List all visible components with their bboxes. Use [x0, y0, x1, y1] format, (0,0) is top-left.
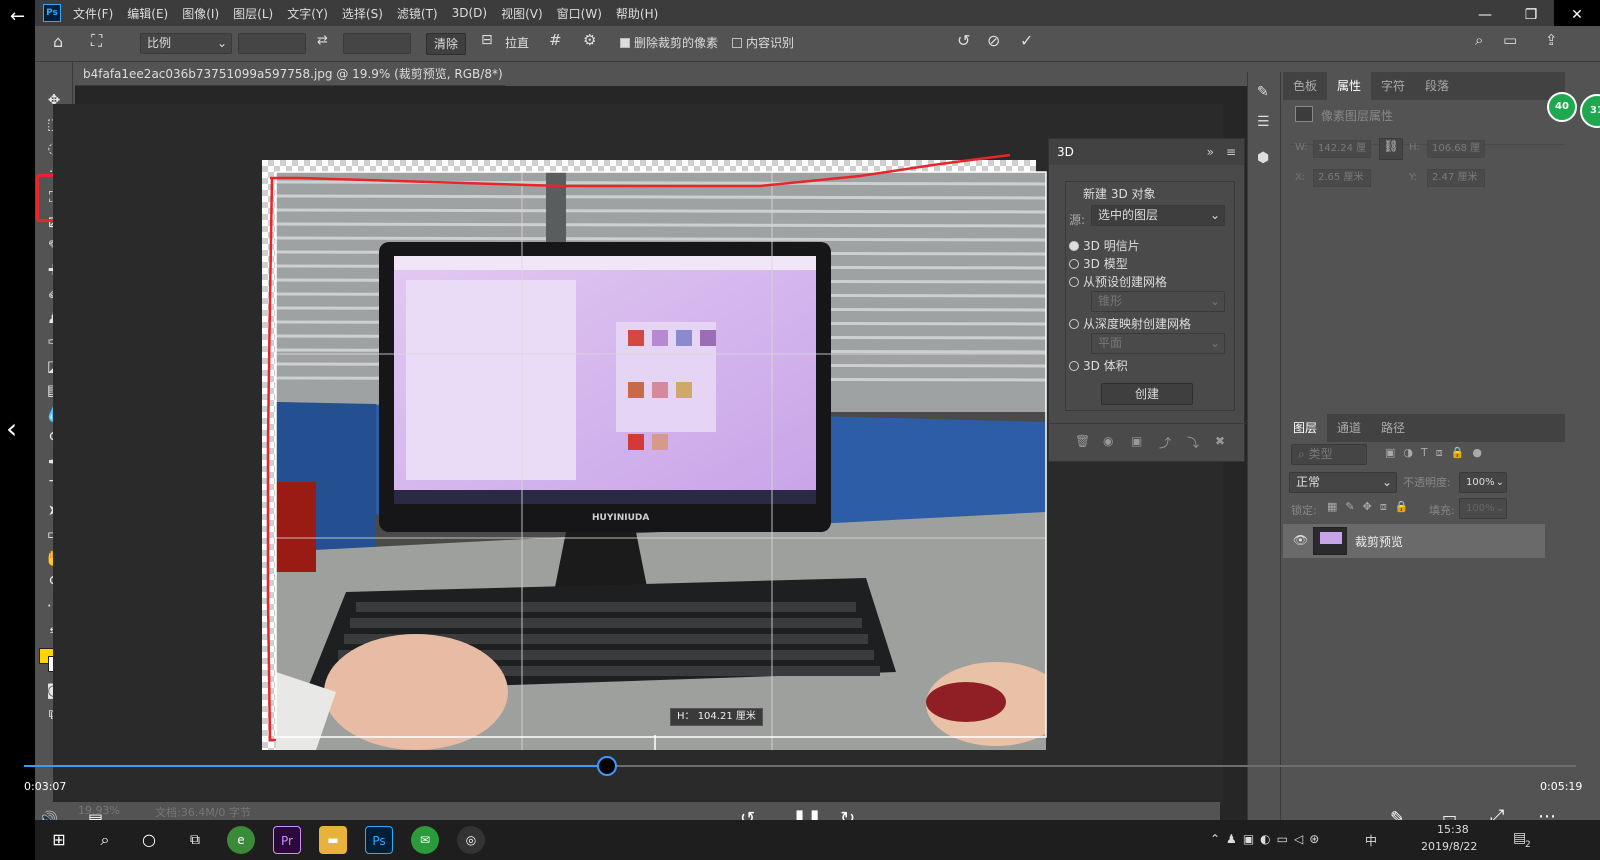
source-select[interactable]: 选中的图层 ⌄: [1091, 205, 1225, 226]
new-3d-object-label: 新建 3D 对象: [1083, 187, 1156, 201]
3d-cube-icon[interactable]: ⬢: [1257, 150, 1269, 166]
file-explorer-icon[interactable]: ▬: [319, 826, 347, 854]
x-field[interactable]: 2.65 厘米: [1313, 169, 1371, 187]
tab-properties[interactable]: 属性: [1327, 72, 1372, 100]
light-icon[interactable]: ◉: [1103, 434, 1113, 448]
search-icon[interactable]: ⌕: [91, 826, 119, 854]
tab-layers[interactable]: 图层: [1283, 414, 1328, 442]
y-label: Y:: [1409, 172, 1418, 183]
doc-info[interactable]: 文档:36.4M/0 字节: [155, 804, 251, 820]
layers-tabs: 图层 通道 路径: [1283, 414, 1565, 442]
clock-time[interactable]: 15:38: [1437, 823, 1469, 836]
panel-3d-title: 3D: [1057, 145, 1074, 159]
crop-height-readout: H： 104.21 厘米: [670, 708, 763, 726]
status-bar: 19.93% 文档:36.4M/0 字节: [40, 802, 1220, 820]
depth-select[interactable]: 平面 ⌄: [1091, 333, 1225, 354]
total-time: 0:05:19: [1540, 780, 1583, 793]
tab-swatches[interactable]: 色板: [1283, 72, 1327, 100]
radio-preset-mesh[interactable]: 从预设创建网格: [1069, 273, 1167, 290]
radio-depth-map-mesh[interactable]: 从深度映射创建网格: [1069, 315, 1191, 332]
collapsed-panel-strip: ✎ ☰ ⬢: [1247, 72, 1281, 820]
layer-filter-icons[interactable]: ▣◑T⧈🔒●: [1385, 446, 1490, 460]
red-annotation-top: [270, 153, 1011, 188]
y-field[interactable]: 2.47 厘米: [1427, 169, 1485, 187]
fill-field[interactable]: 100% ⌄: [1459, 498, 1507, 519]
link-icon[interactable]: ⛓: [1379, 138, 1403, 160]
pixel-layer-properties-title: 像素图层属性: [1321, 109, 1394, 123]
blend-mode-select[interactable]: 正常 ⌄: [1289, 472, 1397, 493]
eye-icon[interactable]: 👁: [1293, 533, 1308, 547]
tab-paragraph[interactable]: 段落: [1415, 72, 1459, 100]
task-view-icon[interactable]: ⧉: [181, 826, 209, 854]
layer-row[interactable]: 👁 裁剪预览: [1283, 524, 1545, 558]
crop-border[interactable]: [275, 171, 1047, 738]
tray-icons[interactable]: ⌃♟▣◐▭◁⊛: [1210, 832, 1325, 846]
app-icon[interactable]: ◎: [457, 826, 485, 854]
badge-left[interactable]: 40: [1547, 92, 1577, 122]
import-icon[interactable]: ⤵: [1187, 434, 1199, 451]
current-time: 0:03:07: [24, 780, 67, 793]
premiere-icon[interactable]: Pr: [273, 826, 301, 854]
camera-icon[interactable]: ▣: [1131, 434, 1142, 448]
panel-3d-footer: 🗑 ◉ ▣ ⤴ ⤵ ✖: [1049, 423, 1246, 461]
windows-taskbar: ⊞ ⌕ ○ ⧉ e Pr ▬ Ps ✉ ◎ ⌃♟▣◐▭◁⊛ 中 15:38 20…: [35, 820, 1600, 860]
delete-icon[interactable]: ✖: [1215, 434, 1225, 448]
radio-3d-postcard[interactable]: 3D 明信片: [1069, 237, 1140, 254]
tab-channels[interactable]: 通道: [1327, 414, 1371, 442]
opacity-field[interactable]: 100% ⌄: [1459, 472, 1507, 493]
ime-indicator[interactable]: 中: [1365, 832, 1377, 849]
w-field[interactable]: 142.24 厘: [1313, 140, 1371, 158]
tab-character[interactable]: 字符: [1371, 72, 1415, 100]
panel-menu-icon[interactable]: ≡: [1226, 139, 1236, 165]
progress-knob[interactable]: [597, 756, 617, 776]
cortana-icon[interactable]: ○: [135, 826, 163, 854]
x-label: X:: [1295, 172, 1306, 183]
layers-panel: 图层 通道 路径 ⌕ 类型 ▣◑T⧈🔒● 正常 ⌄ 不透明度: 100% ⌄ 锁定:…: [1283, 414, 1565, 820]
progress-fill: [24, 765, 607, 767]
w-label: W:: [1295, 142, 1308, 153]
photoshop-taskbar-icon[interactable]: Ps: [365, 826, 393, 854]
preset-select[interactable]: 锥形 ⌄: [1091, 291, 1225, 312]
h-label: H:: [1409, 142, 1420, 153]
export-icon[interactable]: ⤴: [1159, 434, 1171, 451]
layer-thumbnail: [1313, 527, 1347, 555]
clock-date[interactable]: 2019/8/22: [1421, 840, 1477, 853]
fill-label: 填充:: [1429, 504, 1455, 517]
layer-name[interactable]: 裁剪预览: [1355, 533, 1403, 550]
red-annotation-left: [266, 177, 276, 742]
radio-3d-model[interactable]: 3D 模型: [1069, 255, 1128, 272]
tab-paths[interactable]: 路径: [1371, 414, 1415, 442]
wechat-icon[interactable]: ✉: [411, 826, 439, 854]
create-button[interactable]: 创建: [1101, 383, 1193, 405]
source-label: 源:: [1069, 213, 1086, 227]
trash-icon[interactable]: 🗑: [1075, 434, 1090, 448]
lock-label: 锁定:: [1291, 504, 1317, 517]
panel-3d: 3D » ≡ 新建 3D 对象 源: 选中的图层 ⌄ 3D 明信片 3D 模型 从…: [1048, 138, 1246, 462]
notification-count: 2: [1525, 840, 1531, 850]
adjustments-icon[interactable]: ☰: [1257, 114, 1270, 130]
lock-icons[interactable]: ▦✎✥⧈🔒: [1327, 500, 1417, 514]
collapse-icon[interactable]: »: [1207, 139, 1214, 165]
properties-panel: 色板 属性 字符 段落 像素图层属性 W: 142.24 厘 ⛓ H: 106.…: [1283, 72, 1565, 402]
layer-filter-select[interactable]: ⌕ 类型: [1291, 444, 1367, 465]
properties-tabs: 色板 属性 字符 段落: [1283, 72, 1565, 100]
radio-3d-volume[interactable]: 3D 体积: [1069, 357, 1128, 374]
search-icon: ⌕: [1298, 447, 1309, 461]
pixel-layer-icon: [1295, 106, 1313, 122]
windows-start-icon[interactable]: ⊞: [45, 826, 73, 854]
brush-settings-icon[interactable]: ✎: [1257, 84, 1269, 100]
opacity-label: 不透明度:: [1403, 476, 1451, 489]
h-field[interactable]: 106.68 厘: [1427, 140, 1485, 158]
browser-icon[interactable]: e: [227, 826, 255, 854]
